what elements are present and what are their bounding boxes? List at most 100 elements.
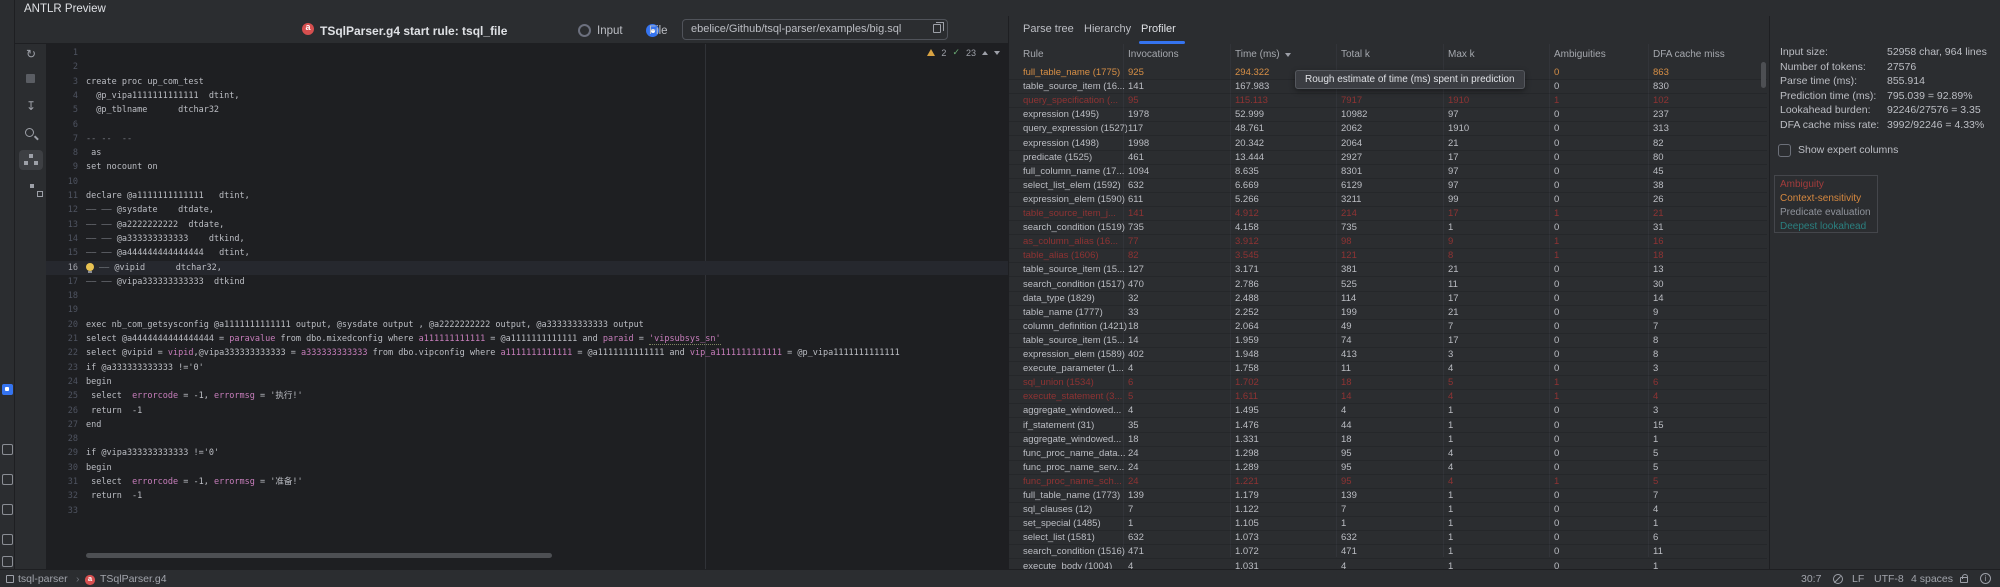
file-path-field[interactable]: ebelice/Github/tsql-parser/examples/big.… <box>682 19 948 40</box>
profiler-row[interactable]: expression (1498)199820.342206421082 <box>1009 137 1767 151</box>
refresh-icon[interactable]: ↻ <box>23 46 39 62</box>
profiler-row[interactable]: as_column_alias (16...773.912989116 <box>1009 235 1767 249</box>
code-line[interactable]: 16—— @vipid dtchar32, <box>46 261 1008 275</box>
tab-parse-tree[interactable]: Parse tree <box>1023 23 1074 35</box>
profiler-row[interactable]: execute_parameter (1...41.75811403 <box>1009 362 1767 376</box>
scroll-to-source-icon[interactable]: ↧ <box>23 98 39 114</box>
profiler-row[interactable]: table_alias (1606)823.5451218118 <box>1009 249 1767 263</box>
profiler-row[interactable]: query_specification (...95115.1137917191… <box>1009 94 1767 108</box>
profiler-row[interactable]: aggregate_windowed...181.33118101 <box>1009 433 1767 447</box>
previous-problem-icon[interactable] <box>982 51 988 55</box>
code-line[interactable]: 20exec nb_com_getsysconfig @a11111111111… <box>46 318 1008 332</box>
code-line[interactable]: 1 <box>46 46 1008 60</box>
intention-bulb-icon[interactable] <box>86 263 94 271</box>
code-line[interactable]: 13—— —— @a2222222222 dtdate, <box>46 218 1008 232</box>
column-header[interactable]: Rule <box>1023 49 1044 60</box>
caret-position[interactable]: 30:7 <box>1801 573 1821 585</box>
search-icon[interactable] <box>25 128 34 137</box>
profiler-row[interactable]: table_source_item (15...141.959741708 <box>1009 334 1767 348</box>
tool-window-stripe-icon[interactable] <box>2 504 13 515</box>
code-line[interactable]: 25 select errorcode = -1, errormsg = '执行… <box>46 389 1008 403</box>
input-radio-label[interactable]: Input <box>597 25 623 37</box>
code-line[interactable]: 7-- -- -- <box>46 132 1008 146</box>
code-line[interactable]: 30begin <box>46 461 1008 475</box>
column-header[interactable]: Max k <box>1448 49 1475 60</box>
column-header[interactable]: DFA cache miss <box>1653 49 1725 60</box>
window-stack-icon[interactable] <box>6 575 14 583</box>
highlighting-off-icon[interactable] <box>1833 574 1843 584</box>
code-editor[interactable]: 123create proc up_com_test4 @p_vipa11111… <box>46 44 1008 569</box>
profiler-row[interactable]: sql_clauses (12)71.1227104 <box>1009 503 1767 517</box>
file-radio-label[interactable]: File <box>649 25 668 37</box>
code-line[interactable]: 18 <box>46 289 1008 303</box>
profiler-row[interactable]: search_condition (1519)7354.1587351031 <box>1009 221 1767 235</box>
code-line[interactable]: 19 <box>46 303 1008 317</box>
tool-window-stripe-icon[interactable] <box>2 556 13 567</box>
lock-icon[interactable] <box>1960 577 1968 583</box>
tool-window-stripe-icon[interactable] <box>2 534 13 545</box>
profiler-row[interactable]: func_proc_name_sch...241.22195415 <box>1009 475 1767 489</box>
code-line[interactable]: 31 select errorcode = -1, errormsg = '准备… <box>46 475 1008 489</box>
column-header[interactable]: Time (ms) <box>1235 49 1291 60</box>
column-header[interactable]: Invocations <box>1128 49 1179 60</box>
line-ending[interactable]: LF <box>1852 573 1864 585</box>
code-line[interactable]: 33 <box>46 504 1008 518</box>
profiler-row[interactable]: full_table_name (1773)1391.179139107 <box>1009 489 1767 503</box>
indent-setting[interactable]: 4 spaces <box>1911 573 1953 585</box>
profiler-row[interactable]: aggregate_windowed...41.4954103 <box>1009 404 1767 418</box>
next-problem-icon[interactable] <box>994 51 1000 55</box>
code-line[interactable]: 2 <box>46 60 1008 74</box>
profiler-row[interactable]: execute_statement (3...51.61114414 <box>1009 390 1767 404</box>
code-line[interactable]: 6 <box>46 118 1008 132</box>
code-line[interactable]: 32 return -1 <box>46 489 1008 503</box>
code-line[interactable]: 10 <box>46 175 1008 189</box>
breadcrumb-project[interactable]: tsql-parser <box>18 573 68 585</box>
code-line[interactable]: 29if @vipa333333333333 !='0' <box>46 446 1008 460</box>
code-line[interactable]: 28 <box>46 432 1008 446</box>
profiler-row[interactable]: set_special (1485)11.1051101 <box>1009 517 1767 531</box>
tree-view-toggle[interactable] <box>19 180 43 200</box>
profiler-row[interactable]: search_condition (1517)4702.78652511030 <box>1009 278 1767 292</box>
code-line[interactable]: 14—— —— @a333333333333 dtkind, <box>46 232 1008 246</box>
show-expert-columns-label[interactable]: Show expert columns <box>1798 144 1898 156</box>
antlr-preview-tool-icon[interactable] <box>2 384 13 395</box>
code-line[interactable]: 4 @p_vipa1111111111111 dtint, <box>46 89 1008 103</box>
stop-icon[interactable] <box>26 74 35 83</box>
profiler-view-toggle[interactable] <box>19 150 43 170</box>
code-line[interactable]: 26 return -1 <box>46 404 1008 418</box>
profiler-row[interactable]: select_list_elem (1592)6326.669612997038 <box>1009 179 1767 193</box>
table-vertical-scrollbar[interactable] <box>1761 62 1766 88</box>
profiler-row[interactable]: expression_elem (1589)4021.948413308 <box>1009 348 1767 362</box>
code-line[interactable]: 5 @p_tblname dtchar32 <box>46 103 1008 117</box>
profiler-row[interactable]: expression (1495)197852.99910982970237 <box>1009 108 1767 122</box>
inspections-widget[interactable]: 2 ✓ 23 <box>927 47 1000 58</box>
info-icon[interactable]: i <box>1980 573 1991 584</box>
profiler-row[interactable]: full_column_name (17...10948.63583019704… <box>1009 165 1767 179</box>
code-line[interactable]: 15—— —— @a444444444444444 dtint, <box>46 246 1008 260</box>
show-expert-columns-checkbox[interactable] <box>1778 144 1791 157</box>
code-line[interactable]: 23if @a333333333333 !='0' <box>46 361 1008 375</box>
profiler-row[interactable]: search_condition (1516)4711.0724711011 <box>1009 545 1767 559</box>
code-line[interactable]: 8 as <box>46 146 1008 160</box>
profiler-row[interactable]: data_type (1829)322.48811417014 <box>1009 292 1767 306</box>
encoding[interactable]: UTF-8 <box>1874 573 1904 585</box>
profiler-row[interactable]: select_list (1581)6321.073632106 <box>1009 531 1767 545</box>
profiler-row[interactable]: table_source_item_j...1414.91221417121 <box>1009 207 1767 221</box>
code-line[interactable]: 21select @a4444444444444444 = paravalue … <box>46 332 1008 346</box>
breadcrumb-file[interactable]: TSqlParser.g4 <box>100 573 167 585</box>
code-line[interactable]: 12—— —— @sysdate dtdate, <box>46 203 1008 217</box>
profiler-row[interactable]: predicate (1525)46113.444292717080 <box>1009 151 1767 165</box>
copy-path-icon[interactable] <box>933 24 941 33</box>
column-header[interactable]: Total k <box>1341 49 1370 60</box>
profiler-row[interactable]: execute_body (1004)41.0314101 <box>1009 560 1767 570</box>
profiler-row[interactable]: func_proc_name_serv...241.28995405 <box>1009 461 1767 475</box>
tab-hierarchy[interactable]: Hierarchy <box>1084 23 1131 35</box>
profiler-row[interactable]: table_name (1777)332.2521992109 <box>1009 306 1767 320</box>
code-line[interactable]: 27end <box>46 418 1008 432</box>
profiler-row[interactable]: sql_union (1534)61.70218516 <box>1009 376 1767 390</box>
code-line[interactable]: 24begin <box>46 375 1008 389</box>
tool-window-stripe-icon[interactable] <box>2 444 13 455</box>
code-line[interactable]: 3create proc up_com_test <box>46 75 1008 89</box>
profiler-row[interactable]: query_expression (1527)11748.76120621910… <box>1009 122 1767 136</box>
code-line[interactable]: 22select @vipid = vipid,@vipa33333333333… <box>46 346 1008 360</box>
